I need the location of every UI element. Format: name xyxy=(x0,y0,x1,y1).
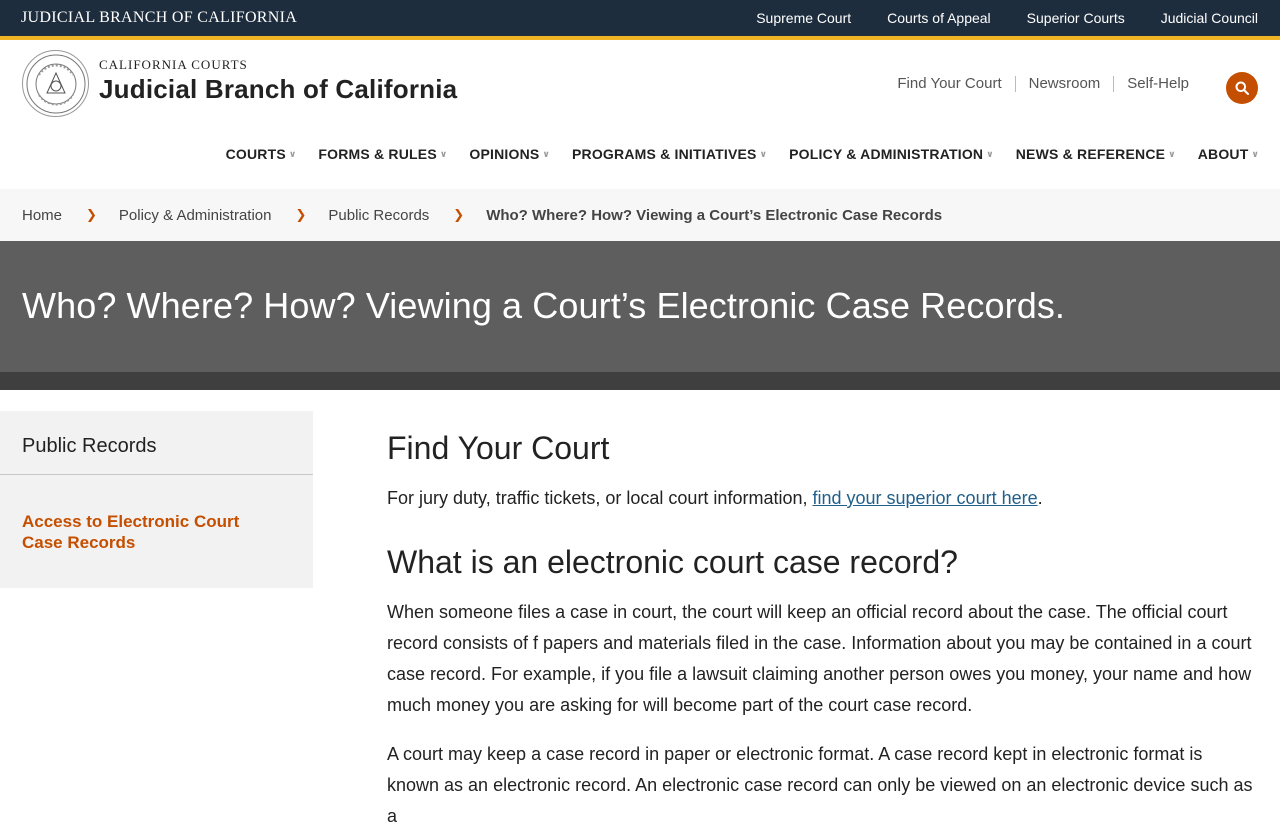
util-link-newsroom[interactable]: Newsroom xyxy=(1014,76,1114,92)
top-link-courts-of-appeal[interactable]: Courts of Appeal xyxy=(887,10,991,26)
site-logo[interactable]: CALIFORNIA COURTS Judicial Branch of Cal… xyxy=(22,50,457,117)
chevron-down-icon: ∨ xyxy=(986,148,994,159)
breadcrumb-current: Who? Where? How? Viewing a Court’s Elect… xyxy=(486,206,943,224)
page-hero: Who? Where? How? Viewing a Court’s Elect… xyxy=(0,241,1280,372)
util-link-self-help[interactable]: Self-Help xyxy=(1113,76,1202,92)
breadcrumb-policy-administration[interactable]: Policy & Administration xyxy=(119,207,272,224)
main-content: Find Your Court For jury duty, traffic t… xyxy=(387,430,1257,832)
body-paragraph: When someone files a case in court, the … xyxy=(387,602,1252,715)
top-link-judicial-council[interactable]: Judicial Council xyxy=(1161,10,1258,26)
nav-item-forms-rules[interactable]: FORMS & RULES ∨ xyxy=(318,146,447,162)
nav-item-programs-initiatives[interactable]: PROGRAMS & INITIATIVES ∨ xyxy=(572,146,767,162)
find-superior-court-link[interactable]: find your superior court here xyxy=(812,488,1037,508)
chevron-right-icon: ❯ xyxy=(86,207,97,222)
util-link-find-your-court[interactable]: Find Your Court xyxy=(884,76,1014,92)
breadcrumb-home[interactable]: Home xyxy=(22,207,62,224)
logo-subtitle: CALIFORNIA COURTS xyxy=(99,56,248,72)
body-paragraph: A court may keep a case record in paper … xyxy=(387,744,1253,826)
top-link-supreme-court[interactable]: Supreme Court xyxy=(756,10,851,26)
chevron-down-icon: ∨ xyxy=(542,148,550,159)
breadcrumb: Home ❯ Policy & Administration ❯ Public … xyxy=(0,189,1280,241)
sidebar-item-electronic-records[interactable]: Access to Electronic Court Case Records xyxy=(0,475,313,588)
search-icon xyxy=(1235,81,1249,95)
nav-item-news-reference[interactable]: NEWS & REFERENCE ∨ xyxy=(1016,146,1176,162)
top-bar: JUDICIAL BRANCH OF CALIFORNIA Supreme Co… xyxy=(0,0,1280,40)
logo-title: Judicial Branch of California xyxy=(99,73,458,104)
chevron-down-icon: ∨ xyxy=(288,148,297,159)
top-brand[interactable]: JUDICIAL BRANCH OF CALIFORNIA xyxy=(21,9,297,27)
sidebar: Public Records Access to Electronic Cour… xyxy=(0,411,313,588)
chevron-right-icon: ❯ xyxy=(295,207,307,222)
chevron-right-icon: ❯ xyxy=(453,207,465,222)
nav-item-about[interactable]: ABOUT ∨ xyxy=(1198,146,1259,162)
chevron-down-icon: ∨ xyxy=(1251,148,1259,159)
main-nav: COURTS ∨ FORMS & RULES ∨ OPINIONS ∨ PROGRAM… xyxy=(204,146,1259,162)
top-link-superior-courts[interactable]: Superior Courts xyxy=(1027,10,1125,26)
search-button[interactable] xyxy=(1226,72,1258,104)
nav-item-opinions[interactable]: OPINIONS ∨ xyxy=(469,146,550,162)
top-links: Supreme Court Courts of Appeal Superior … xyxy=(756,10,1258,26)
find-court-paragraph: For jury duty, traffic tickets, or local… xyxy=(387,488,1043,508)
chevron-down-icon: ∨ xyxy=(759,148,768,159)
hero-divider xyxy=(0,372,1280,390)
chevron-down-icon: ∨ xyxy=(439,148,448,159)
section-heading-electronic-record: What is an electronic court case record? xyxy=(387,544,958,580)
utility-links: Find Your Court Newsroom Self-Help xyxy=(884,76,1202,92)
breadcrumb-public-records[interactable]: Public Records xyxy=(328,207,429,224)
seal-icon xyxy=(22,50,89,117)
sidebar-title[interactable]: Public Records xyxy=(0,411,313,475)
page-title: Who? Where? How? Viewing a Court’s Elect… xyxy=(22,285,1066,326)
nav-item-courts[interactable]: COURTS ∨ xyxy=(226,146,297,162)
site-header: CALIFORNIA COURTS Judicial Branch of Cal… xyxy=(0,40,1280,162)
chevron-down-icon: ∨ xyxy=(1168,148,1176,159)
nav-item-policy-administration[interactable]: POLICY & ADMINISTRATION ∨ xyxy=(789,146,994,162)
section-heading-find-your-court: Find Your Court xyxy=(387,430,610,466)
